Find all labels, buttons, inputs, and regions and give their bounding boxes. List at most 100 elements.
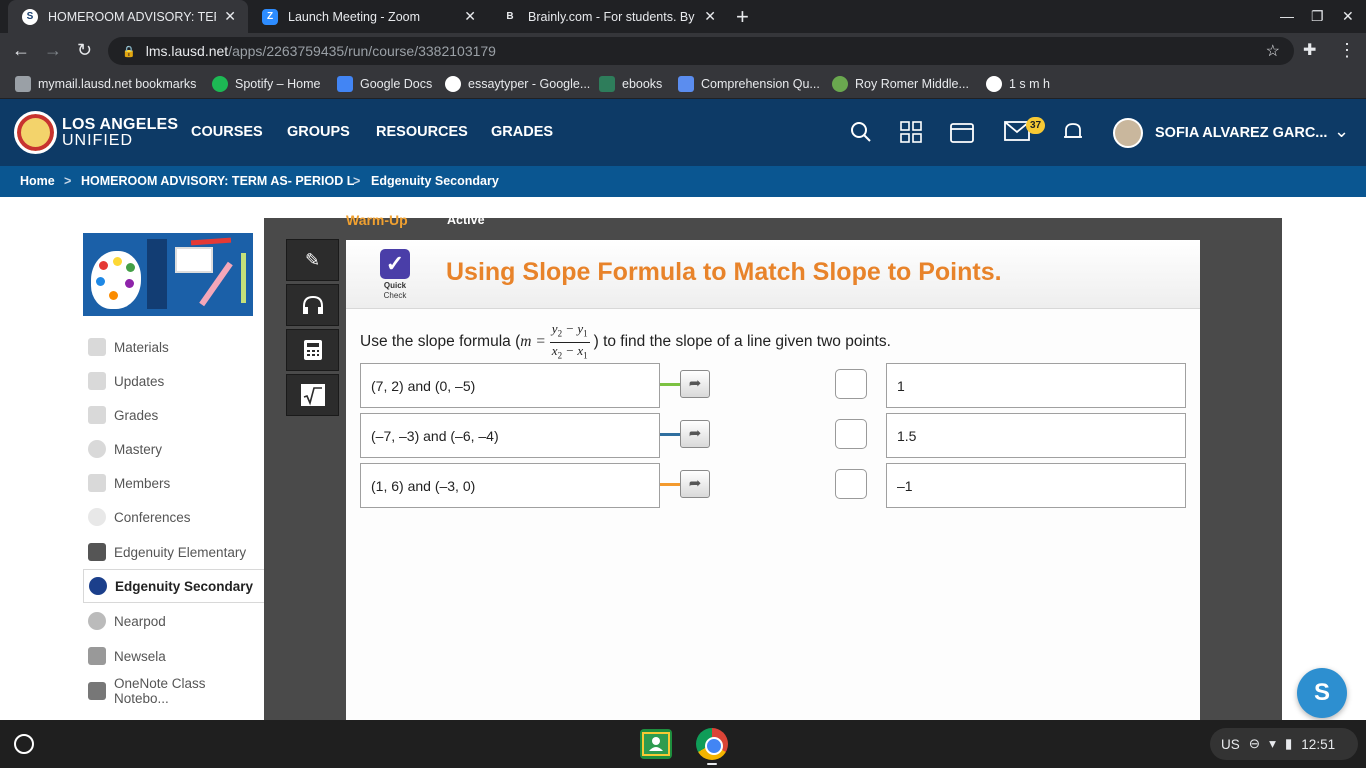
newsela-book-icon [88, 647, 106, 665]
point-pair-1[interactable]: (7, 2) and (0, –5) [360, 363, 660, 408]
browser-tab-homeroom[interactable]: S HOMEROOM ADVISORY: TERM A ✕ [8, 0, 248, 33]
quick-check-label: Quick Check [383, 281, 407, 300]
slope-drop-target[interactable] [835, 369, 867, 399]
lausd-seal-logo[interactable] [14, 111, 57, 154]
sidebar-item-newsela[interactable]: Newsela [83, 639, 264, 673]
site-header: LOS ANGELES UNIFIED COURSES GROUPS RESOU… [0, 99, 1366, 166]
browser-tab-brainly[interactable]: B Brainly.com - For students. By st ✕ [488, 0, 728, 33]
sidebar-item-onenote[interactable]: OneNote Class Notebo... [83, 674, 264, 708]
user-avatar[interactable] [1113, 118, 1143, 148]
minimize-window-icon[interactable]: — [1280, 8, 1294, 24]
bookmark-essaytyper[interactable]: essaytyper - Google... [445, 76, 590, 92]
slope-formula-lhs: m = [520, 333, 546, 351]
browser-tab-strip: S HOMEROOM ADVISORY: TERM A ✕ Z Launch M… [0, 0, 1366, 33]
bookmark-ebooks[interactable]: ebooks [599, 76, 662, 92]
section-label: Warm-Up [346, 212, 408, 228]
calendar-icon[interactable] [950, 121, 974, 149]
status-tray[interactable]: US ⊖ ▾ ▮ 12:51 [1210, 728, 1358, 760]
sidebar-item-nearpod[interactable]: Nearpod [83, 604, 264, 638]
chevron-down-icon[interactable]: ⌄ [1334, 121, 1349, 142]
question-instruction: Use the slope formula ( m = y2 − y1 x2 −… [360, 321, 891, 361]
chrome-browser-icon[interactable] [696, 728, 728, 760]
sidebar-item-mastery[interactable]: Mastery [83, 432, 264, 466]
battery-icon: ▮ [1284, 736, 1293, 751]
sidebar-item-conferences[interactable]: Conferences [83, 500, 264, 534]
bookmark-star-icon[interactable]: ☆ [1266, 41, 1280, 61]
nav-courses[interactable]: COURSES [191, 124, 263, 140]
match-arrow-button[interactable]: ➦ [680, 420, 710, 448]
close-tab-icon[interactable]: ✕ [224, 8, 236, 25]
google-classroom-icon[interactable] [640, 729, 672, 759]
notifications-bell-icon[interactable] [1062, 121, 1084, 149]
breadcrumb-course[interactable]: HOMEROOM ADVISORY: TERM AS- PERIOD L [81, 174, 354, 188]
browser-toolbar: ← → ↻ 🔒 lms.lausd.net/apps/2263759435/ru… [0, 33, 1366, 69]
pencil-tool-icon[interactable]: ✎ [286, 239, 339, 281]
globe-icon [832, 76, 848, 92]
question-header: ✓ Quick Check Using Slope Formula to Mat… [346, 240, 1200, 309]
bookmark-spotify[interactable]: Spotify – Home [212, 76, 320, 92]
sidebar-item-materials[interactable]: Materials [83, 330, 264, 364]
formula-sheet-icon[interactable] [286, 374, 339, 416]
forward-arrow-icon[interactable]: → [44, 40, 62, 61]
point-pair-3[interactable]: (1, 6) and (–3, 0) [360, 463, 660, 508]
sidebar-item-members[interactable]: Members [83, 466, 264, 500]
google-docs-icon [337, 76, 353, 92]
slope-option-3[interactable]: –1 [886, 463, 1186, 508]
bookmark-comprehension[interactable]: Comprehension Qu... [678, 76, 820, 92]
google-icon [445, 76, 461, 92]
bookmark-google-docs[interactable]: Google Docs [337, 76, 432, 92]
address-bar[interactable]: 🔒 lms.lausd.net/apps/2263759435/run/cour… [108, 37, 1294, 65]
headphones-icon[interactable] [286, 284, 339, 326]
edgenuity-secondary-icon [89, 577, 107, 595]
breadcrumb-separator: > [64, 174, 72, 188]
close-tab-icon[interactable]: ✕ [464, 8, 476, 25]
breadcrumb-current: Edgenuity Secondary [371, 174, 499, 188]
sidebar-item-grades[interactable]: Grades [83, 398, 264, 432]
bookmark-smh[interactable]: 1 s m h [986, 76, 1050, 92]
close-tab-icon[interactable]: ✕ [704, 8, 716, 25]
lausd-wordmark[interactable]: LOS ANGELES UNIFIED [62, 117, 178, 149]
calculator-icon[interactable] [286, 329, 339, 371]
materials-icon [88, 338, 106, 356]
nav-groups[interactable]: GROUPS [287, 124, 350, 140]
mastery-target-icon [88, 440, 106, 458]
bookmark-mymail[interactable]: mymail.lausd.net bookmarks [15, 76, 196, 92]
slope-option-1[interactable]: 1 [886, 363, 1186, 408]
match-arrow-button[interactable]: ➦ [680, 470, 710, 498]
breadcrumb: Home > HOMEROOM ADVISORY: TERM AS- PERIO… [0, 166, 1366, 197]
floating-s-button[interactable]: S [1297, 668, 1347, 718]
reload-icon[interactable]: ↻ [77, 40, 92, 61]
restore-window-icon[interactable]: ❐ [1311, 8, 1324, 25]
slope-drop-target[interactable] [835, 469, 867, 499]
browser-menu-icon[interactable]: ⋮ [1338, 40, 1356, 61]
match-arrow-button[interactable]: ➦ [680, 370, 710, 398]
tab-title: Brainly.com - For students. By st [528, 9, 697, 24]
nav-resources[interactable]: RESOURCES [376, 124, 468, 140]
bookmarks-bar: mymail.lausd.net bookmarks Spotify – Hom… [0, 69, 1366, 99]
extensions-puzzle-icon[interactable]: ✚ [1303, 40, 1316, 60]
sidebar-item-edgenuity-elementary[interactable]: Edgenuity Elementary [83, 535, 264, 569]
slope-formula-fraction: y2 − y1 x2 − x1 [549, 321, 590, 361]
slope-drop-target[interactable] [835, 419, 867, 449]
launcher-circle-icon[interactable] [14, 734, 34, 754]
search-icon[interactable] [850, 121, 872, 149]
bookmark-roy-romer[interactable]: Roy Romer Middle... [832, 76, 969, 92]
back-arrow-icon[interactable]: ← [12, 40, 30, 61]
updates-icon [88, 372, 106, 390]
nav-grades[interactable]: GRADES [491, 124, 553, 140]
user-name[interactable]: SOFIA ALVAREZ GARC... [1155, 125, 1327, 141]
edgenuity-elementary-icon [88, 543, 106, 561]
sidebar-item-edgenuity-secondary[interactable]: Edgenuity Secondary [83, 569, 264, 603]
activity-status: Active [447, 213, 485, 227]
point-pair-2[interactable]: (–7, –3) and (–6, –4) [360, 413, 660, 458]
do-not-disturb-icon: ⊖ [1248, 736, 1261, 751]
apps-grid-icon[interactable] [900, 121, 922, 149]
sidebar-item-updates[interactable]: Updates [83, 364, 264, 398]
breadcrumb-home[interactable]: Home [20, 174, 55, 188]
tab-title: HOMEROOM ADVISORY: TERM A [48, 9, 216, 24]
new-tab-plus-icon[interactable]: + [736, 4, 749, 30]
browser-tab-zoom[interactable]: Z Launch Meeting - Zoom ✕ [248, 0, 488, 33]
slope-option-2[interactable]: 1.5 [886, 413, 1186, 458]
close-window-icon[interactable]: ✕ [1342, 8, 1354, 25]
breadcrumb-separator: > [353, 174, 361, 188]
